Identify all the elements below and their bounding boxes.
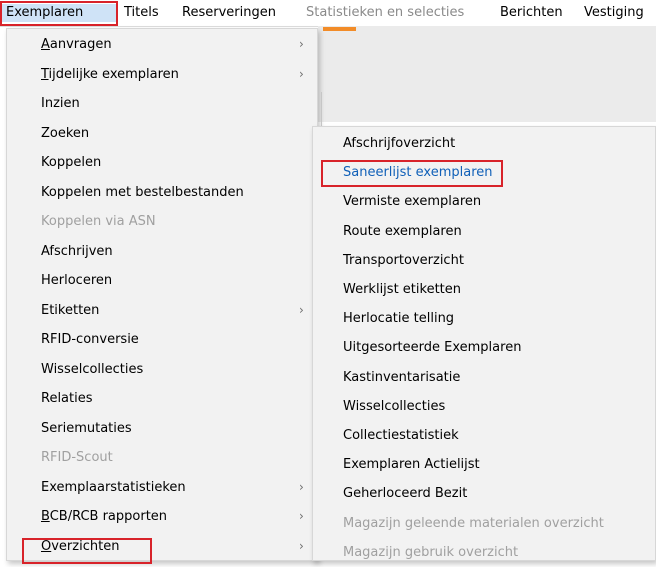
chevron-right-icon: › <box>299 479 304 494</box>
submenu-item-exemplaren-actielijst[interactable]: Exemplaren Actielijst <box>313 450 655 479</box>
menu-item-label: Afschrijven <box>41 243 113 259</box>
menu-item-inzien[interactable]: Inzien <box>7 89 317 118</box>
menu-item-relaties[interactable]: Relaties <box>7 384 317 413</box>
menu-item-label: Seriemutaties <box>41 420 132 436</box>
menu-item-label: BCB/RCB rapporten <box>41 509 168 524</box>
submenu-item-magazijn-geleende-materialen-overzicht[interactable]: Magazijn geleende materialen overzicht <box>313 509 655 538</box>
submenu-item-label: Transportoverzicht <box>343 252 464 268</box>
menu-item-label: Koppelen <box>41 155 102 170</box>
submenu-item-label: Herlocatie telling <box>343 311 455 327</box>
menubar-item-titels[interactable]: Titels <box>124 4 159 22</box>
content-area <box>318 26 656 122</box>
submenu-item-label: Werklijst etiketten <box>343 282 462 297</box>
menu-item-label: Relaties <box>41 391 93 406</box>
highlight-box-saneerlijst <box>321 160 503 187</box>
menu-item-herloceren[interactable]: Herloceren <box>7 266 317 295</box>
menu-item-label: Etiketten <box>41 302 100 318</box>
menubar-item-berichten[interactable]: Berichten <box>500 4 563 22</box>
submenu-item-label: Route exemplaren <box>343 223 462 239</box>
menu-item-zoeken[interactable]: Zoeken <box>7 119 317 148</box>
menubar-item-reserveringen[interactable]: Reserveringen <box>182 4 276 22</box>
menu-item-tijdelijke-exemplaren[interactable]: Tijdelijke exemplaren › <box>7 60 317 89</box>
submenu-item-label: Geherloceerd Bezit <box>343 486 468 502</box>
tab-accent-strip <box>323 27 356 31</box>
menu-item-label: Aanvragen <box>41 37 112 52</box>
submenu-item-werklijst-etiketten[interactable]: Werklijst etiketten <box>313 275 655 304</box>
menu-item-label: Zoeken <box>41 125 90 141</box>
submenu-item-kastinventarisatie[interactable]: Kastinventarisatie <box>313 363 655 392</box>
menu-item-koppelen-via-asn[interactable]: Koppelen via ASN <box>7 207 317 236</box>
submenu-item-label: Kastinventarisatie <box>343 369 461 385</box>
submenu-item-route-exemplaren[interactable]: Route exemplaren <box>313 217 655 246</box>
submenu-item-vermiste-exemplaren[interactable]: Vermiste exemplaren <box>313 187 655 216</box>
overzichten-submenu: Afschrijfoverzicht Saneerlijst exemplaren… <box>312 126 656 561</box>
submenu-item-herlocatie-telling[interactable]: Herlocatie telling <box>313 304 655 333</box>
highlight-box-exemplaren <box>0 1 118 26</box>
exemplaren-menu: Aanvragen › Tijdelijke exemplaren › Inzien Zo… <box>6 28 318 561</box>
submenu-item-label: Wisselcollecties <box>343 398 446 414</box>
menu-item-label: Inzien <box>41 96 80 111</box>
menu-item-label: RFID-Scout <box>41 450 113 465</box>
submenu-item-geherloceerd-bezit[interactable]: Geherloceerd Bezit <box>313 479 655 508</box>
menu-item-koppelen[interactable]: Koppelen <box>7 148 317 177</box>
menu-item-label: Koppelen met bestelbestanden <box>41 184 244 200</box>
menu-item-koppelen-met-bestelbestanden[interactable]: Koppelen met bestelbestanden <box>7 178 317 207</box>
submenu-item-transportoverzicht[interactable]: Transportoverzicht <box>313 246 655 275</box>
menu-item-label: Wisselcollecties <box>41 361 144 377</box>
submenu-item-label: Collectiestatistiek <box>343 428 459 443</box>
menu-item-label: Exemplaarstatistieken <box>41 479 186 495</box>
submenu-item-label: Uitgesorteerde Exemplaren <box>343 340 522 356</box>
menu-item-afschrijven[interactable]: Afschrijven <box>7 237 317 266</box>
menu-item-label: RFID-conversie <box>41 332 139 347</box>
menu-item-rfid-conversie[interactable]: RFID-conversie <box>7 325 317 354</box>
menu-item-seriemutaties[interactable]: Seriemutaties <box>7 414 317 443</box>
menu-item-etiketten[interactable]: Etiketten › <box>7 296 317 325</box>
submenu-item-afschrijfoverzicht[interactable]: Afschrijfoverzicht <box>313 129 655 158</box>
chevron-right-icon: › <box>299 538 304 553</box>
menu-item-label: Tijdelijke exemplaren <box>41 66 179 82</box>
menu-item-aanvragen[interactable]: Aanvragen › <box>7 30 317 59</box>
submenu-item-magazijn-gebruik-overzicht[interactable]: Magazijn gebruik overzicht <box>313 538 655 567</box>
chevron-right-icon: › <box>299 509 304 523</box>
menu-item-exemplaarstatistieken[interactable]: Exemplaarstatistieken › <box>7 473 317 502</box>
menu-item-bcb-rcb-rapporten[interactable]: BCB/RCB rapporten › <box>7 502 317 531</box>
submenu-item-wisselcollecties[interactable]: Wisselcollecties <box>313 392 655 421</box>
submenu-item-uitgesorteerde-exemplaren[interactable]: Uitgesorteerde Exemplaren <box>313 333 655 362</box>
menu-item-label: Koppelen via ASN <box>41 214 156 229</box>
chevron-right-icon: › <box>299 37 304 51</box>
submenu-item-label: Magazijn gebruik overzicht <box>343 544 519 560</box>
submenu-item-label: Vermiste exemplaren <box>343 194 482 210</box>
chevron-right-icon: › <box>299 302 304 317</box>
menu-item-wisselcollecties[interactable]: Wisselcollecties <box>7 355 317 384</box>
submenu-item-label: Afschrijfoverzicht <box>343 136 456 151</box>
chevron-right-icon: › <box>299 66 304 81</box>
submenu-item-label: Magazijn geleende materialen overzicht <box>343 515 604 531</box>
menubar-item-vestiging[interactable]: Vestiging <box>584 4 644 22</box>
submenu-item-label: Exemplaren Actielijst <box>343 457 480 473</box>
menu-item-rfid-scout[interactable]: RFID-Scout <box>7 443 317 472</box>
highlight-box-overzichten <box>22 538 152 564</box>
menubar-item-statistieken[interactable]: Statistieken en selecties <box>306 4 464 22</box>
submenu-item-collectiestatistiek[interactable]: Collectiestatistiek <box>313 421 655 450</box>
menu-item-label: Herloceren <box>41 273 113 288</box>
